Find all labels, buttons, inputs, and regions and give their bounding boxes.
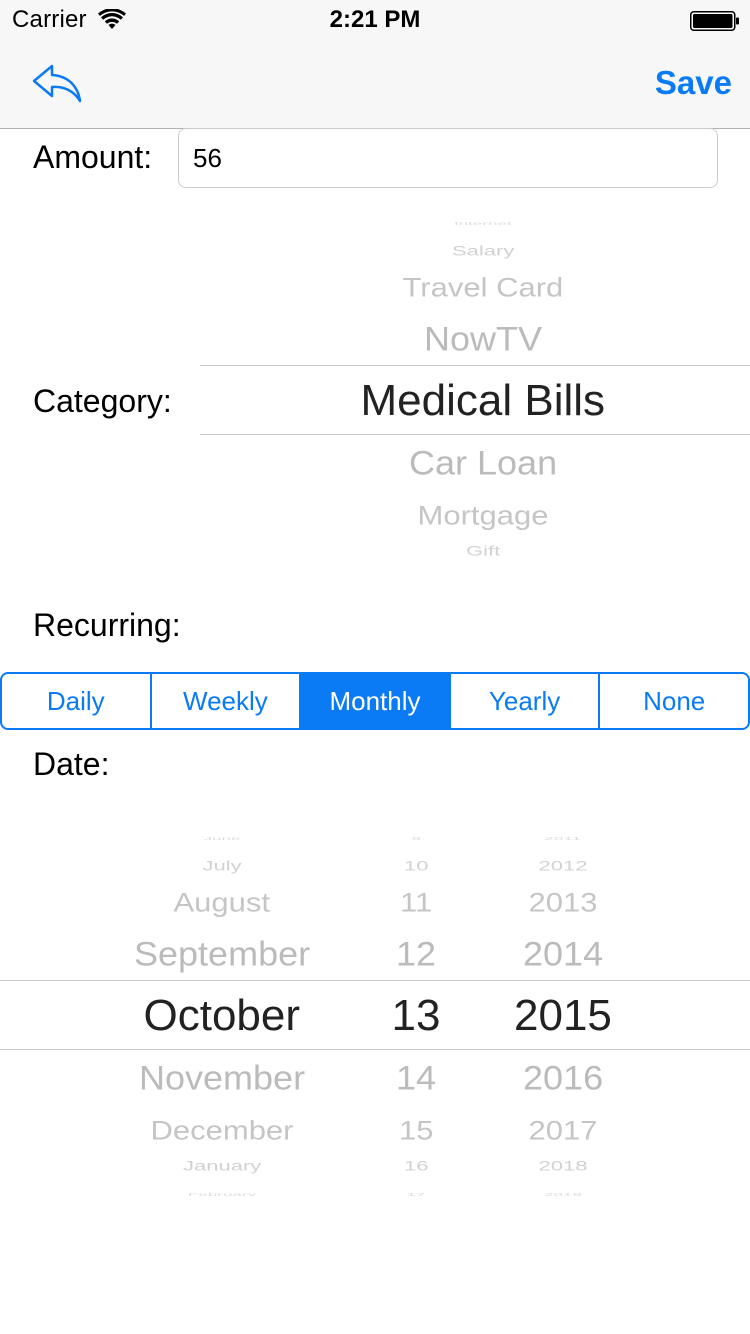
month-option-item: September (134, 934, 311, 973)
day-option-item: 13 (391, 991, 441, 1040)
day-option-item: 15 (399, 1114, 434, 1146)
year-option-item: 2018 (538, 1157, 588, 1174)
category-option-item: Mortgage (417, 499, 549, 531)
category-option-item: Travel Card (402, 271, 564, 303)
year-option-item: 2017 (528, 1114, 598, 1146)
recurring-option-yearly[interactable]: Yearly (448, 674, 599, 728)
month-option-item: February (188, 1191, 257, 1196)
category-option-item: Internet (454, 220, 512, 226)
year-option-item: 2011 (544, 835, 582, 841)
month-option-item: November (139, 1058, 306, 1097)
day-option-item: 16 (404, 1157, 429, 1174)
month-option-item: October (143, 991, 301, 1040)
month-option-item: August (173, 886, 271, 918)
category-label: Category: (33, 383, 172, 419)
category-option-item: NowTV (424, 319, 543, 358)
amount-input[interactable] (178, 128, 718, 188)
category-picker-bottom-divider (200, 434, 750, 435)
category-picker[interactable]: Internet Salary Travel Card NowTV Medical Bi… (200, 215, 750, 577)
recurring-segmented-control: Daily Weekly Monthly Yearly None (0, 672, 750, 730)
save-button[interactable]: Save (655, 64, 732, 102)
day-option-item: 17 (406, 1191, 426, 1196)
recurring-option-none[interactable]: None (598, 674, 748, 728)
status-bar: Carrier 2:21 PM (0, 0, 750, 40)
day-option-item: 12 (396, 934, 437, 973)
day-option-item: 10 (404, 857, 429, 874)
category-option-item: Car Loan (409, 443, 558, 482)
month-option-item: June (203, 835, 241, 841)
navigation-bar: Save (0, 40, 750, 129)
year-option-item: 2019 (544, 1191, 582, 1196)
month-option-item: December (150, 1114, 294, 1146)
recurring-option-weekly[interactable]: Weekly (149, 674, 300, 728)
battery-icon (690, 11, 739, 31)
year-option-item: 2013 (528, 886, 598, 918)
clock: 2:21 PM (329, 6, 421, 33)
amount-label: Amount: (33, 139, 153, 175)
day-option-item: 14 (396, 1058, 437, 1097)
reply-arrow-icon[interactable] (30, 62, 84, 104)
date-picker-bottom-divider (0, 1049, 750, 1050)
date-picker-top-divider (0, 980, 750, 981)
category-option-item: Medical Bills (360, 376, 606, 425)
year-option-item: 2015 (514, 991, 612, 1040)
screen: Carrier 2:21 PM Save Amount: Category: I… (0, 0, 750, 1334)
category-option-item: Gift (466, 542, 501, 559)
year-option-item: 2016 (523, 1058, 604, 1097)
category-option-item: Salary (452, 242, 515, 259)
recurring-label: Recurring: (33, 607, 181, 643)
month-option-item: July (202, 857, 242, 874)
recurring-option-daily[interactable]: Daily (2, 674, 150, 728)
day-option-item: 11 (400, 886, 433, 918)
year-option-item: 2012 (538, 857, 588, 874)
category-picker-top-divider (200, 365, 750, 366)
date-label: Date: (33, 746, 110, 782)
month-option-item: January (183, 1157, 262, 1174)
year-option-item: 2014 (523, 934, 604, 973)
day-option-item: 9 (411, 835, 421, 841)
date-picker[interactable]: June July August September October November De… (0, 834, 750, 1196)
recurring-option-monthly[interactable]: Monthly (299, 674, 449, 728)
